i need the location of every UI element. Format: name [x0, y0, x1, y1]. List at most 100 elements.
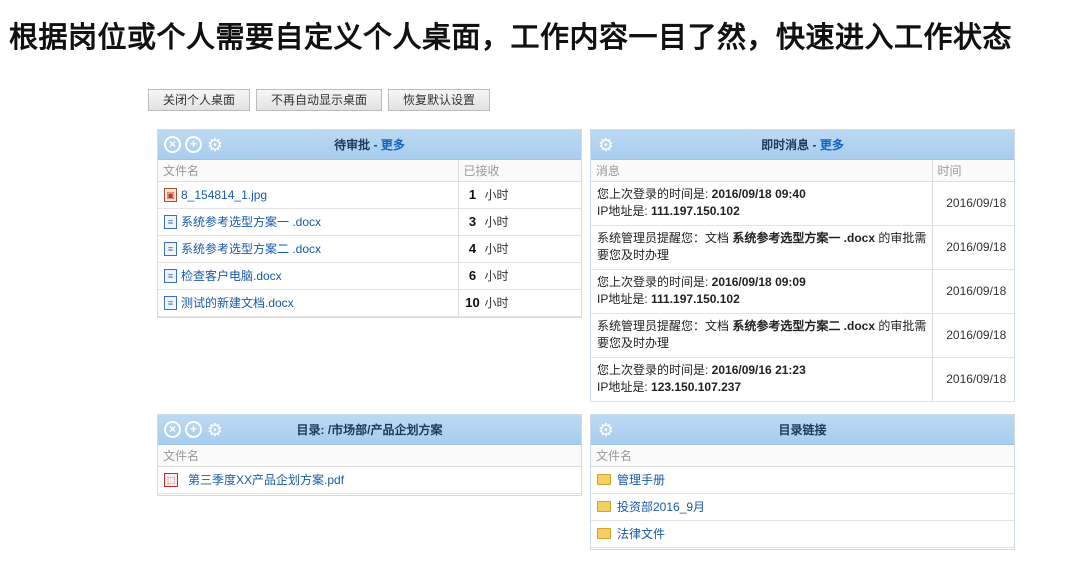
title-separator: -: [370, 138, 381, 152]
message-line: 系统管理员提醒您：文档: [597, 319, 733, 333]
pdf-file-icon: ⬚: [164, 472, 178, 487]
column-header-message: 消息: [591, 160, 932, 182]
message-line: 要您及时办理: [597, 248, 670, 262]
file-link[interactable]: ≡ 检查客户电脑.docx: [164, 267, 282, 284]
desktop-toolbar: 关闭个人桌面 不再自动显示桌面 恢复默认设置: [148, 89, 491, 111]
reset-defaults-button[interactable]: 恢复默认设置: [388, 89, 491, 111]
message-text: 您上次登录的时间是: 2016/09/18 09:40 IP地址是: 111.19…: [591, 181, 932, 226]
hours-unit: 小时: [484, 296, 509, 310]
panel-header: × + ⚙ 目录: /市场部/产品企划方案: [158, 415, 581, 445]
file-name: 测试的新建文档.docx: [181, 296, 294, 310]
panel-title: 目录链接: [778, 423, 827, 437]
message-emphasis: 2016/09/18 09:40: [711, 187, 806, 201]
hours-value: 10: [465, 295, 480, 310]
gear-icon[interactable]: ⚙: [206, 421, 224, 439]
gear-icon[interactable]: ⚙: [206, 136, 224, 154]
folder-link[interactable]: 投资部2016_9月: [597, 500, 705, 514]
message-line: 系统管理员提醒您：文档: [597, 231, 733, 245]
folder-link[interactable]: 法律文件: [597, 527, 665, 541]
table-row: ≡ 测试的新建文档.docx 10 小时: [158, 289, 581, 317]
message-line: 您上次登录的时间是:: [597, 187, 712, 201]
file-name: 系统参考选型方案二 .docx: [181, 242, 322, 256]
hide-desktop-button[interactable]: 不再自动显示桌面: [256, 89, 383, 111]
message-time: 2016/09/18: [931, 357, 1014, 402]
message-line: 的审批需: [875, 319, 927, 333]
file-link[interactable]: ≡ 测试的新建文档.docx: [164, 294, 294, 311]
column-header-time: 时间: [931, 160, 1014, 182]
instant-messages-panel: ⚙ 即时消息 - 更多 消息 时间 您上次登录的时间是: 2016/09/18 …: [590, 129, 1015, 402]
more-link[interactable]: 更多: [381, 138, 405, 152]
folder-icon: [597, 501, 611, 512]
message-row: 您上次登录的时间是: 2016/09/16 21:23 IP地址是: 123.15…: [591, 357, 1014, 402]
add-circle-icon[interactable]: +: [185, 421, 202, 438]
message-line: IP地址是:: [597, 292, 652, 306]
file-name: 系统参考选型方案一 .docx: [181, 215, 322, 229]
directory-panel: × + ⚙ 目录: /市场部/产品企划方案 文件名 ⬚ 第三季度XX产品企划方案.…: [157, 414, 582, 496]
list-item: 管理手册: [591, 466, 1014, 494]
panel-title-text: 待审批: [334, 138, 371, 152]
close-circle-icon[interactable]: ×: [164, 136, 181, 153]
file-link[interactable]: ≡ 系统参考选型方案一 .docx: [164, 213, 321, 230]
received-hours: 10 小时: [465, 295, 509, 310]
close-circle-icon[interactable]: ×: [164, 421, 181, 438]
received-hours: 4 小时: [465, 241, 509, 256]
file-link[interactable]: ≡ 系统参考选型方案二 .docx: [164, 240, 321, 257]
list-item: 投资部2016_9月: [591, 493, 1014, 521]
word-doc-icon: ≡: [164, 214, 177, 229]
table-row: ≡ 系统参考选型方案一 .docx 3 小时: [158, 208, 581, 236]
received-hours: 3 小时: [465, 214, 509, 229]
hours-value: 6: [468, 268, 477, 283]
panel-controls: ⚙: [597, 136, 615, 154]
message-emphasis: 系统参考选型方案一 .docx: [732, 231, 876, 245]
table-row: ▣ 8_154814_1.jpg 1 小时: [158, 181, 581, 209]
hours-unit: 小时: [484, 215, 509, 229]
table-row: ≡ 系统参考选型方案二 .docx 4 小时: [158, 235, 581, 263]
file-link[interactable]: ▣ 8_154814_1.jpg: [164, 188, 267, 202]
list-item: 法律文件: [591, 520, 1014, 548]
column-header-filename: 文件名: [158, 445, 581, 467]
file-name: 8_154814_1.jpg: [181, 188, 268, 202]
message-line: IP地址是:: [597, 380, 652, 394]
hours-unit: 小时: [484, 269, 509, 283]
message-line: 要您及时办理: [597, 336, 670, 350]
file-link[interactable]: ⬚ 第三季度XX产品企划方案.pdf: [164, 471, 344, 488]
message-row: 您上次登录的时间是: 2016/09/18 09:09 IP地址是: 111.19…: [591, 269, 1014, 314]
image-file-icon: ▣: [164, 188, 177, 202]
folder-link[interactable]: 管理手册: [597, 473, 665, 487]
add-circle-icon[interactable]: +: [185, 136, 202, 153]
panel-header: ⚙ 即时消息 - 更多: [591, 130, 1014, 160]
message-emphasis: 系统参考选型方案二 .docx: [732, 319, 876, 333]
panel-header: × + ⚙ 待审批 - 更多: [158, 130, 581, 160]
pending-approval-panel: × + ⚙ 待审批 - 更多 文件名 已接收 ▣ 8_154814_1.jpg 1…: [157, 129, 582, 318]
directory-links-panel: ⚙ 目录链接 文件名 管理手册 投资部2016_9月 法律文件: [590, 414, 1015, 550]
close-desktop-button[interactable]: 关闭个人桌面: [148, 89, 251, 111]
received-hours: 1 小时: [465, 187, 509, 202]
message-emphasis: 2016/09/18 09:09: [711, 275, 806, 289]
received-hours: 6 小时: [465, 268, 509, 283]
message-text: 系统管理员提醒您：文档 系统参考选型方案二 .docx 的审批需要您及时办理: [591, 313, 932, 358]
panel-controls: × + ⚙: [164, 136, 224, 154]
hours-unit: 小时: [484, 188, 509, 202]
pending-table: 文件名 已接收 ▣ 8_154814_1.jpg 1 小时 ≡ 系统参考选型方案一 .…: [158, 160, 581, 317]
message-text: 系统管理员提醒您：文档 系统参考选型方案一 .docx 的审批需要您及时办理: [591, 225, 932, 270]
more-link[interactable]: 更多: [820, 138, 844, 152]
panel-controls: × + ⚙: [164, 421, 224, 439]
message-time: 2016/09/18: [931, 181, 1014, 226]
folder-name: 管理手册: [617, 473, 666, 487]
message-line: 的审批需: [875, 231, 927, 245]
file-name: 检查客户电脑.docx: [181, 269, 282, 283]
messages-table: 消息 时间 您上次登录的时间是: 2016/09/18 09:40 IP地址是: …: [591, 160, 1014, 402]
hours-value: 3: [468, 214, 477, 229]
folder-icon: [597, 528, 611, 539]
message-row: 系统管理员提醒您：文档 系统参考选型方案一 .docx 的审批需 要您及时办理 2…: [591, 225, 1014, 270]
folder-name: 法律文件: [617, 527, 666, 541]
word-doc-icon: ≡: [164, 268, 177, 283]
hours-value: 4: [468, 241, 477, 256]
message-time: 2016/09/18: [931, 269, 1014, 314]
table-row: ⬚ 第三季度XX产品企划方案.pdf: [158, 466, 581, 494]
gear-icon[interactable]: ⚙: [597, 421, 615, 439]
gear-icon[interactable]: ⚙: [597, 136, 615, 154]
folder-icon: [597, 474, 611, 485]
title-separator: -: [809, 138, 820, 152]
message-time: 2016/09/18: [931, 313, 1014, 358]
